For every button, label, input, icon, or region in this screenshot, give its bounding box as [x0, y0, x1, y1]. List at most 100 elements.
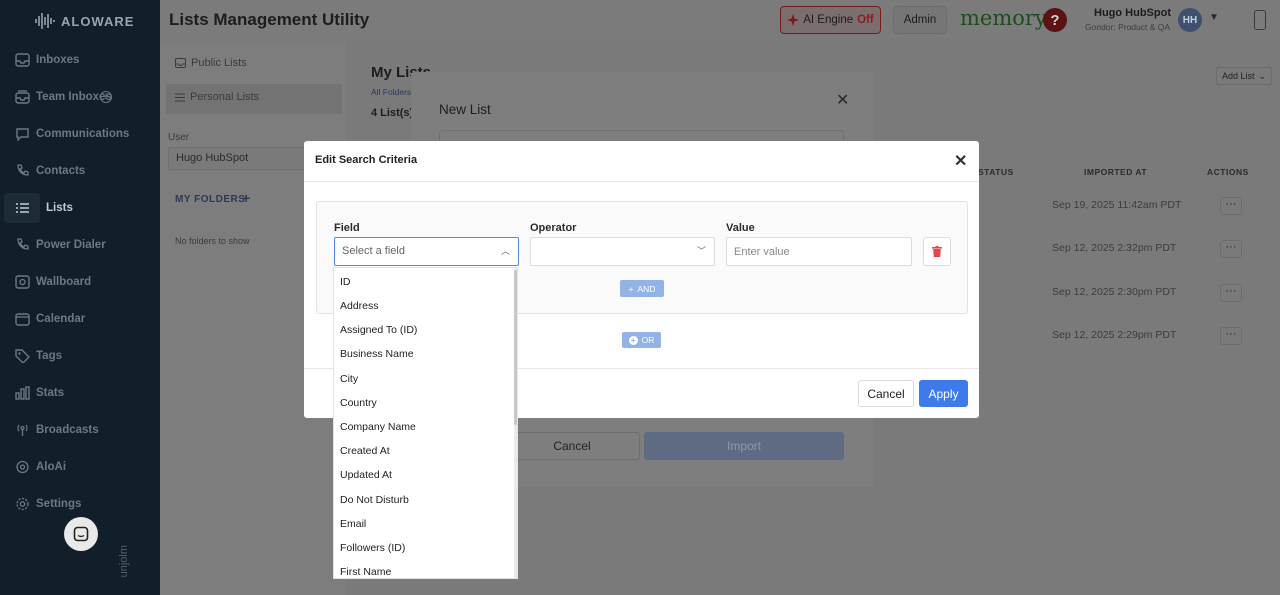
dropdown-option[interactable]: Updated At	[340, 469, 392, 481]
list-icon	[175, 93, 185, 101]
vertical-label: unjolm	[118, 545, 130, 578]
value-label: Value	[726, 222, 755, 234]
plus-icon: +	[628, 283, 634, 294]
aloware-logo[interactable]: ALOWARE	[34, 10, 134, 32]
column-header-status: STATUS	[978, 167, 1014, 177]
close-icon[interactable]: ✕	[954, 151, 967, 171]
user-filter-label: User	[168, 132, 190, 143]
communications-icon	[14, 126, 30, 142]
cancel-button[interactable]: Cancel	[858, 380, 914, 407]
row-actions-button[interactable]: ···	[1220, 284, 1242, 302]
sidebar: ALOWARE Inboxes Team Inboxes i Communica…	[0, 0, 160, 595]
logo-text: ALOWARE	[61, 13, 135, 29]
sidebar-item-broadcasts[interactable]: Broadcasts	[0, 415, 160, 445]
sidebar-item-power-dialer[interactable]: Power Dialer	[0, 230, 160, 260]
my-folders-heading: MY FOLDERS	[175, 194, 246, 205]
info-icon[interactable]: i	[99, 91, 112, 103]
operator-label: Operator	[530, 222, 577, 234]
column-header-actions: ACTIONS	[1207, 167, 1249, 177]
memory-logo[interactable]: memory	[960, 6, 1047, 30]
sidebar-item-calendar[interactable]: Calendar	[0, 304, 160, 334]
table-row-imported-at: Sep 19, 2025 11:42am PDT	[1052, 199, 1182, 211]
sidebar-item-stats[interactable]: Stats	[0, 378, 160, 408]
dropdown-option[interactable]: Address	[340, 300, 379, 312]
inbox-icon	[14, 52, 30, 68]
dropdown-option[interactable]: Country	[340, 397, 377, 409]
tag-icon	[14, 348, 30, 364]
power-dialer-icon	[14, 237, 30, 253]
no-folders-text: No folders to show	[175, 236, 250, 246]
team-inbox-icon	[14, 89, 30, 105]
close-icon[interactable]: ✕	[836, 90, 849, 110]
add-folder-button[interactable]: +	[242, 190, 250, 206]
contacts-icon	[14, 163, 30, 179]
apply-button[interactable]: Apply	[919, 380, 968, 407]
breadcrumb[interactable]: All Folders	[371, 87, 411, 97]
sidebar-item-lists[interactable]: Lists	[0, 193, 160, 223]
admin-button[interactable]: Admin	[893, 6, 947, 34]
plus-circle-icon: +	[628, 335, 638, 345]
delete-criteria-button[interactable]	[923, 237, 951, 266]
dropdown-option[interactable]: Email	[340, 518, 366, 530]
sidebar-item-contacts[interactable]: Contacts	[0, 156, 160, 186]
page-title: Lists Management Utility	[169, 10, 370, 29]
ai-engine-toggle[interactable]: AI Engine Off	[780, 6, 881, 34]
sidebar-item-wallboard[interactable]: Wallboard	[0, 267, 160, 297]
add-and-condition-button[interactable]: + AND	[620, 280, 664, 297]
personal-lists-link[interactable]: Personal Lists	[175, 91, 259, 103]
list-icon	[14, 200, 30, 216]
divider	[304, 181, 979, 182]
new-list-title: New List	[439, 102, 491, 117]
top-header: Lists Management Utility AI Engine Off A…	[160, 0, 1280, 42]
table-row-imported-at: Sep 12, 2025 2:30pm PDT	[1052, 286, 1177, 298]
table-row-imported-at: Sep 12, 2025 2:32pm PDT	[1052, 242, 1177, 254]
sidebar-item-aloai[interactable]: AloAi	[0, 452, 160, 482]
dropdown-option[interactable]: First Name	[340, 566, 391, 578]
chevron-down-icon: ⌄	[1258, 70, 1267, 81]
stats-icon	[14, 385, 30, 401]
sidebar-item-tags[interactable]: Tags	[0, 341, 160, 371]
user-name[interactable]: Hugo HubSpot	[1094, 7, 1171, 19]
chevron-up-icon: ︿	[500, 246, 510, 256]
field-select[interactable]: Select a field ︿	[334, 237, 519, 266]
user-company: Gondor: Product & QA	[1085, 22, 1171, 32]
new-list-cancel-button[interactable]: Cancel	[504, 432, 640, 460]
dropdown-option[interactable]: City	[340, 373, 358, 385]
row-actions-button[interactable]: ···	[1220, 240, 1242, 258]
broadcast-icon	[14, 422, 30, 438]
sidebar-item-communications[interactable]: Communications	[0, 119, 160, 149]
sidebar-item-settings[interactable]: Settings	[0, 489, 160, 519]
sidebar-item-team-inboxes[interactable]: Team Inboxes i	[0, 82, 160, 112]
chevron-down-icon: ﹀	[696, 246, 706, 256]
dropdown-option[interactable]: Company Name	[340, 421, 416, 433]
dropdown-option[interactable]: Business Name	[340, 348, 414, 360]
dropdown-option[interactable]: Created At	[340, 445, 390, 457]
row-actions-button[interactable]: ···	[1220, 197, 1242, 215]
sidebar-item-inboxes[interactable]: Inboxes	[0, 45, 160, 75]
trash-icon	[932, 246, 942, 257]
dropdown-option[interactable]: Followers (ID)	[340, 542, 405, 554]
calendar-icon	[14, 311, 30, 327]
row-actions-button[interactable]: ···	[1220, 327, 1242, 345]
add-or-group-button[interactable]: + OR	[622, 332, 661, 348]
dropdown-option[interactable]: Do Not Disturb	[340, 494, 409, 506]
value-input[interactable]	[726, 237, 912, 266]
scrollbar-thumb[interactable]	[514, 270, 517, 425]
add-list-button[interactable]: Add List ⌄	[1216, 67, 1272, 85]
operator-select[interactable]: ﹀	[530, 237, 715, 266]
chat-launcher-button[interactable]	[64, 517, 98, 551]
dropdown-option[interactable]: Assigned To (ID)	[340, 324, 417, 336]
public-lists-link[interactable]: Public Lists	[175, 57, 247, 69]
gear-icon	[14, 496, 30, 512]
dropdown-option[interactable]: ID	[340, 276, 351, 288]
user-filter-select[interactable]: Hugo HubSpot	[168, 147, 318, 170]
chevron-down-icon[interactable]: ▼	[1209, 12, 1219, 23]
avatar[interactable]: HH	[1178, 8, 1202, 32]
column-header-imported-at: IMPORTED AT	[1084, 167, 1148, 177]
phone-icon[interactable]	[1254, 10, 1266, 30]
ai-engine-status: Off	[857, 14, 874, 26]
help-icon[interactable]: ?	[1043, 8, 1067, 32]
field-dropdown-menu[interactable]: ID Address Assigned To (ID) Business Nam…	[333, 267, 518, 579]
import-button[interactable]: Import	[644, 432, 844, 460]
sparkle-icon	[787, 14, 800, 26]
